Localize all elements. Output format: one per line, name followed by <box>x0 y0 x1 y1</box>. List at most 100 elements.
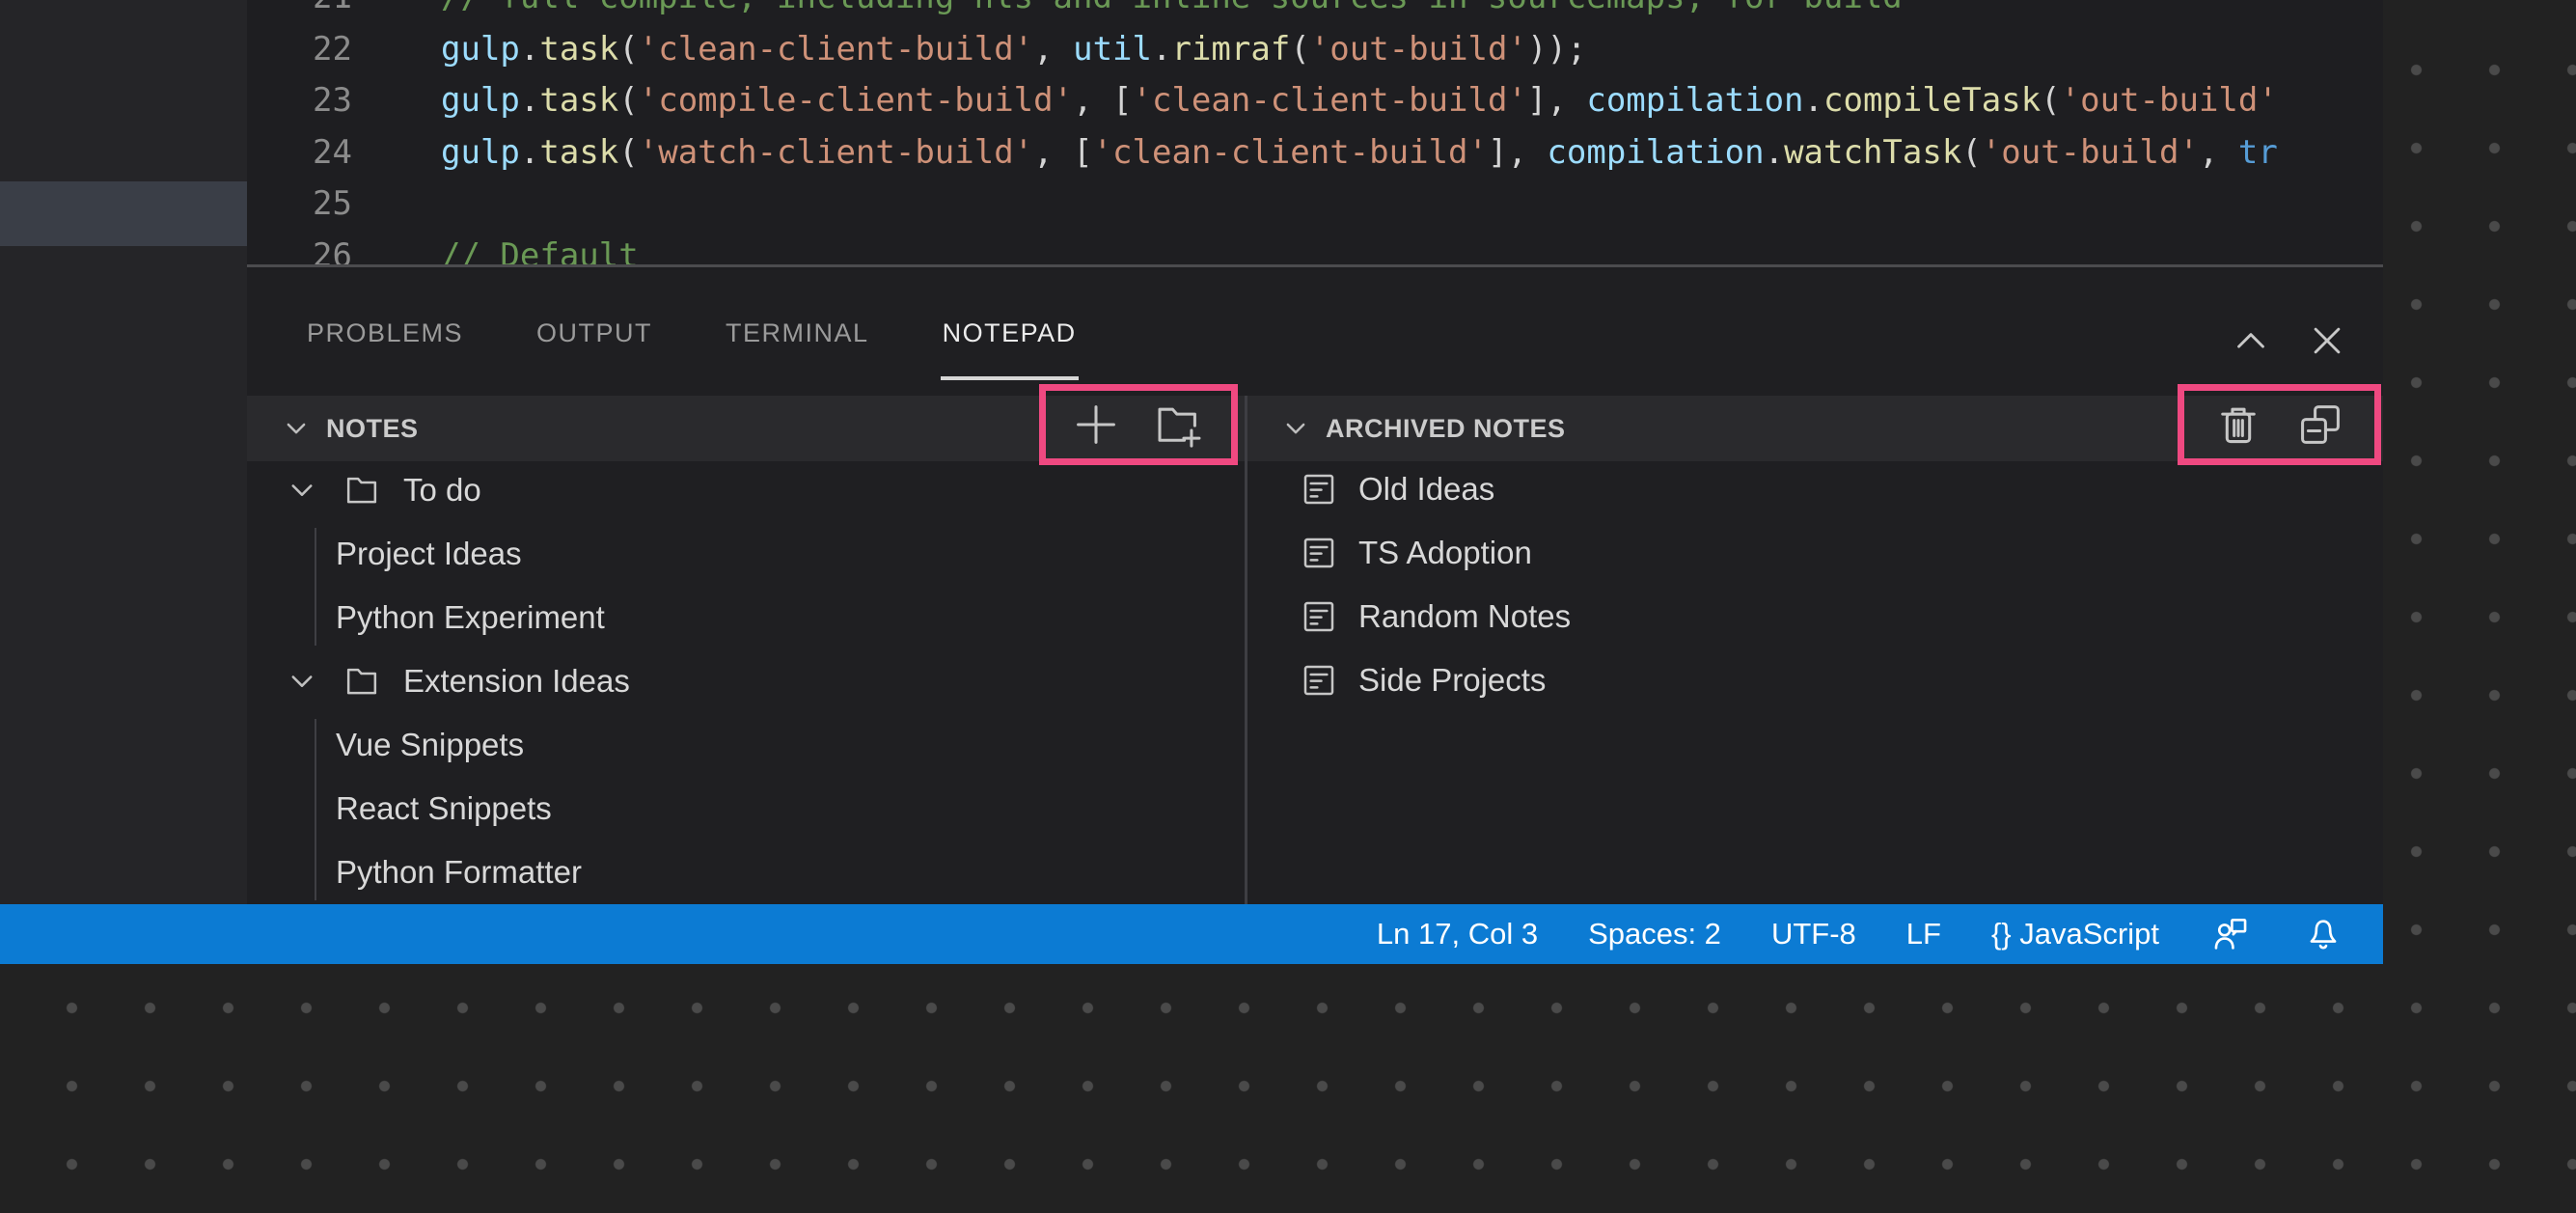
notifications-button[interactable] <box>2302 913 2344 955</box>
code-token: util <box>1073 30 1152 69</box>
folder-row[interactable]: Extension Ideas <box>247 649 1245 713</box>
archived-note-row[interactable]: TS Adoption <box>1247 521 2383 585</box>
chevron-down-icon[interactable] <box>282 414 311 443</box>
code-token: 'out-build' <box>2061 81 2278 120</box>
code-line: 21 // full compile, including nls and inl… <box>247 0 2383 24</box>
new-folder-button[interactable] <box>1150 398 1204 452</box>
chevron-down-icon <box>1281 414 1310 443</box>
code-token: , [ <box>1033 133 1092 172</box>
folder-label: To do <box>403 472 481 509</box>
tab-problems[interactable]: PROBLEMS <box>307 270 463 396</box>
archived-note-label: TS Adoption <box>1358 535 1532 571</box>
folder-row[interactable]: To do <box>247 458 1245 522</box>
archived-note-row[interactable]: Side Projects <box>1247 648 2383 712</box>
note-icon <box>1300 597 1338 636</box>
code-token: gulp <box>441 30 520 69</box>
code-token: task <box>539 133 618 172</box>
status-item-javascript[interactable]: {} JavaScript <box>1991 917 2159 951</box>
archived-section-title: ARCHIVED NOTES <box>1326 414 1566 444</box>
code-token: ( <box>1290 30 1309 69</box>
code-editor[interactable]: 21 // full compile, including nls and inl… <box>247 0 2383 267</box>
code-token: . <box>520 30 539 69</box>
line-number: 23 <box>247 75 352 127</box>
code-token: , <box>2199 133 2238 172</box>
code-token: ], <box>1488 133 1547 172</box>
line-number: 25 <box>247 179 352 231</box>
code-token: . <box>1152 30 1171 69</box>
status-item-lf[interactable]: LF <box>1906 917 1941 951</box>
code-token: compilation <box>1547 133 1764 172</box>
code-text: // Default <box>441 231 639 268</box>
note-row[interactable]: Vue Snippets <box>247 713 1245 777</box>
note-row[interactable]: React Snippets <box>247 777 1245 841</box>
code-token: ( <box>618 30 638 69</box>
code-token: 'out-build' <box>1310 30 1527 69</box>
code-token: ( <box>2041 81 2060 120</box>
code-token: task <box>539 30 618 69</box>
chevron-down-icon <box>282 414 311 443</box>
chevron-up-icon <box>2229 318 2273 363</box>
note-label: Project Ideas <box>336 536 522 572</box>
chevron-down-icon[interactable] <box>1281 414 1310 443</box>
code-text: gulp.task('compile-client-build', ['clea… <box>441 75 2278 127</box>
code-line: 23gulp.task('compile-client-build', ['cl… <box>247 75 2383 127</box>
feedback-button[interactable] <box>2209 913 2252 955</box>
new-folder-icon <box>1152 400 1202 450</box>
plus-icon <box>1071 400 1121 450</box>
code-line: 25 <box>247 179 2383 231</box>
note-label: React Snippets <box>336 790 552 827</box>
delete-note-button[interactable] <box>2211 398 2265 452</box>
tab-terminal[interactable]: TERMINAL <box>726 270 869 396</box>
tab-notepad[interactable]: NOTEPAD <box>943 270 1077 396</box>
notes-section-title: NOTES <box>326 414 419 444</box>
code-token: rimraf <box>1171 30 1290 69</box>
status-item-spaces-2[interactable]: Spaces: 2 <box>1588 917 1721 951</box>
code-token: // Default <box>441 236 639 268</box>
code-line: 24gulp.task('watch-client-build', ['clea… <box>247 127 2383 179</box>
code-token: 'watch-client-build' <box>639 133 1033 172</box>
maximize-panel-button[interactable] <box>2224 314 2278 368</box>
code-token: . <box>1765 133 1784 172</box>
line-number: 22 <box>247 24 352 76</box>
code-lines: 21 // full compile, including nls and inl… <box>247 0 2383 267</box>
close-icon <box>2305 318 2349 363</box>
code-token: gulp <box>441 81 520 120</box>
status-item-utf-8[interactable]: UTF-8 <box>1771 917 1856 951</box>
archived-note-row[interactable]: Random Notes <box>1247 585 2383 648</box>
code-token: )); <box>1527 30 1586 69</box>
sidebar-selected-row[interactable] <box>0 181 247 246</box>
line-number: 26 <box>247 231 352 268</box>
panel-tab-bar: PROBLEMS OUTPUT TERMINAL NOTEPAD <box>247 270 2383 396</box>
note-row[interactable]: Python Formatter <box>247 841 1245 904</box>
restore-note-button[interactable] <box>2293 398 2347 452</box>
line-number: 21 <box>247 0 352 24</box>
code-token: . <box>520 133 539 172</box>
code-token: ( <box>618 81 638 120</box>
note-row[interactable]: Python Experiment <box>247 586 1245 649</box>
close-panel-button[interactable] <box>2300 314 2354 368</box>
code-token: 'clean-client-build' <box>1133 81 1527 120</box>
sidebar <box>0 0 247 904</box>
bell-icon <box>2303 914 2343 954</box>
code-token: . <box>1804 81 1823 120</box>
code-token: task <box>539 81 618 120</box>
code-line: 22 gulp.task('clean-client-build', util.r… <box>247 24 2383 76</box>
code-text: gulp.task('clean-client-build', util.rim… <box>441 24 1586 76</box>
code-text: gulp.task('watch-client-build', ['clean-… <box>441 127 2278 179</box>
archived-note-label: Old Ideas <box>1358 471 1494 508</box>
tab-output[interactable]: OUTPUT <box>536 270 652 396</box>
archived-note-label: Side Projects <box>1358 662 1546 699</box>
code-text: // full compile, including nls and inlin… <box>441 0 1903 24</box>
code-token: 'clean-client-build' <box>639 30 1033 69</box>
note-icon <box>1300 661 1338 700</box>
note-row[interactable]: Project Ideas <box>247 522 1245 586</box>
code-token: ( <box>1961 133 1981 172</box>
code-token: gulp <box>441 133 520 172</box>
code-token: 'out-build' <box>1982 133 2199 172</box>
new-note-button[interactable] <box>1069 398 1123 452</box>
note-label: Python Formatter <box>336 854 582 891</box>
highlight-frame-archived-actions <box>2178 384 2381 465</box>
code-token: ], <box>1527 81 1586 120</box>
status-item-ln-17-col-3[interactable]: Ln 17, Col 3 <box>1377 917 1538 951</box>
archived-note-row[interactable]: Old Ideas <box>1247 457 2383 521</box>
